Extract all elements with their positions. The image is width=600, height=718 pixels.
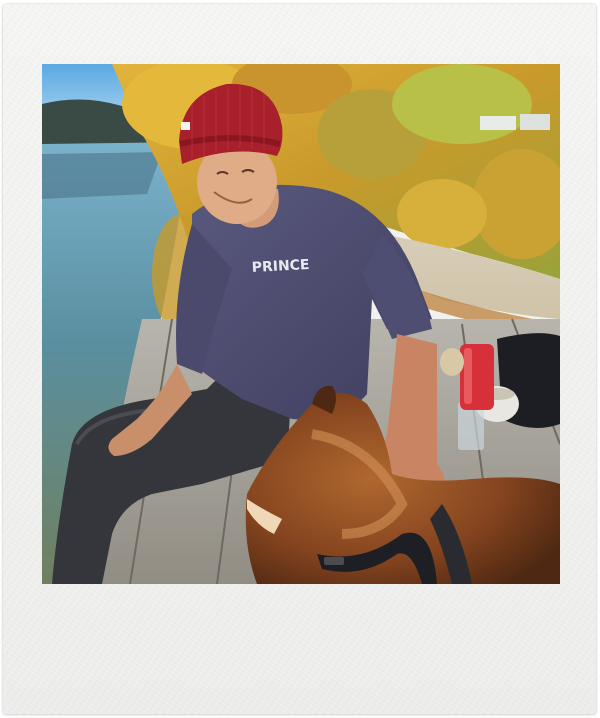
- page: PRINCE: [0, 0, 600, 718]
- polaroid-frame: PRINCE: [3, 4, 596, 714]
- photo: PRINCE: [42, 64, 560, 584]
- photo-scene: PRINCE: [42, 64, 560, 584]
- sweater-print: PRINCE: [251, 257, 310, 276]
